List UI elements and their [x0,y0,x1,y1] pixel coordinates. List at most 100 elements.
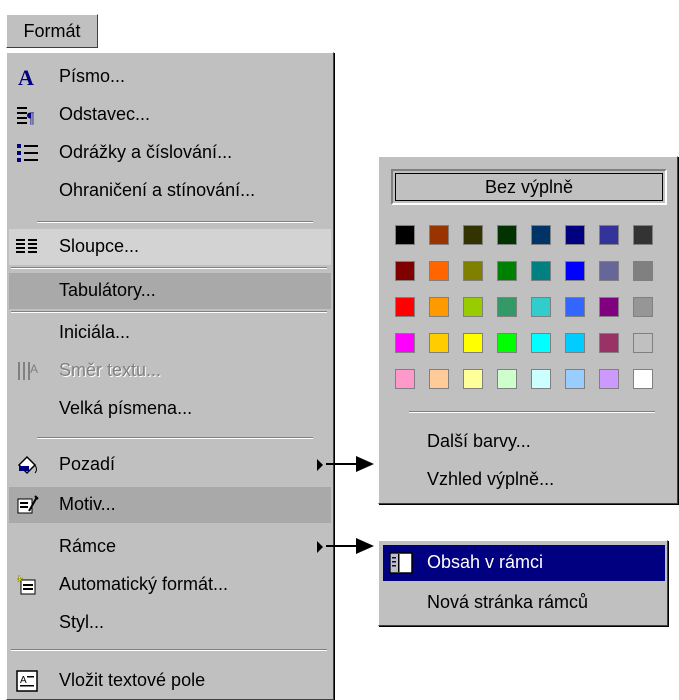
color-swatch[interactable] [633,369,653,389]
color-swatch[interactable] [395,333,415,353]
color-swatch[interactable] [565,333,585,353]
color-swatch[interactable] [599,297,619,317]
color-swatch[interactable] [463,225,483,245]
color-swatch[interactable] [531,297,551,317]
fill-effects-item[interactable]: Vzhled výplně... [427,469,554,490]
color-swatch[interactable] [463,333,483,353]
frames-item-label: Obsah v rámci [427,552,544,572]
menu-item-text-direction: A Směr textu... [9,353,331,389]
no-fill-focus-border [395,173,663,201]
text-direction-icon: A [15,359,39,383]
format-menu-label: Formát [23,20,81,41]
theme-icon [15,493,39,517]
menu-item-bullets[interactable]: Odrážky a číslování... [9,135,331,171]
menu-item-tabs[interactable]: Tabulátory... [9,273,331,309]
menu-item-change-case[interactable]: Velká písmena... [9,391,331,427]
color-swatch[interactable] [531,261,551,281]
color-swatch[interactable] [599,261,619,281]
color-swatch[interactable] [633,297,653,317]
frame-toc-icon [389,551,413,575]
menu-item-autoformat[interactable]: Automatický formát... [9,567,331,603]
menu-item-label: Pozadí [59,454,116,474]
menu-item-label: Sloupce... [59,236,140,256]
color-swatch[interactable] [633,333,653,353]
menu-item-frames[interactable]: Rámce [9,529,331,565]
menu-item-columns[interactable]: Sloupce... [9,229,331,265]
menu-item-font[interactable]: A Písmo... [9,59,331,95]
color-swatch[interactable] [497,333,517,353]
menu-separator [11,311,327,313]
background-pointer-arrow-icon [356,456,374,472]
menu-item-background[interactable]: Pozadí [9,447,331,483]
color-swatch[interactable] [463,297,483,317]
menu-item-label: Ohraničení a stínování... [59,180,256,200]
font-icon: A [15,65,39,89]
menu-item-drop-cap[interactable]: Iniciála... [9,315,331,351]
color-swatch[interactable] [429,261,449,281]
paint-bucket-icon [15,453,39,477]
menu-item-borders-shading[interactable]: Ohraničení a stínování... [9,173,331,209]
svg-text:A: A [18,65,34,89]
color-swatch[interactable] [429,225,449,245]
svg-text:A: A [20,675,27,686]
more-colors-item[interactable]: Další barvy... [427,431,531,452]
submenu-arrow-icon [317,541,323,553]
columns-icon [15,235,39,259]
autoformat-icon [15,573,39,597]
menu-item-theme[interactable]: Motiv... [9,487,331,523]
color-swatch[interactable] [599,369,619,389]
menu-item-insert-text-box[interactable]: A Vložit textové pole [9,663,331,699]
color-swatch[interactable] [497,261,517,281]
paragraph-icon: ¶ [15,103,39,127]
color-panel-separator [409,411,655,413]
color-swatch[interactable] [429,297,449,317]
menu-item-label: Směr textu... [59,360,162,380]
frames-item-toc-in-frame[interactable]: Obsah v rámci [383,545,665,581]
menu-item-label: Odstavec... [59,104,151,124]
menu-item-label: Automatický formát... [59,574,229,594]
menu-item-style[interactable]: Styl... [9,605,331,641]
no-fill-button[interactable]: Bez výplně [391,169,667,205]
color-swatch[interactable] [429,333,449,353]
color-swatch[interactable] [497,297,517,317]
menu-item-label: Iniciála... [59,322,131,342]
menu-item-label: Velká písmena... [59,398,193,418]
format-menu-button[interactable]: Formát [6,14,98,48]
frames-item-new-frames-page[interactable]: Nová stránka rámců [383,585,665,621]
color-swatch[interactable] [395,261,415,281]
color-swatch[interactable] [633,261,653,281]
color-swatch[interactable] [599,333,619,353]
color-swatch[interactable] [531,225,551,245]
color-swatch[interactable] [565,225,585,245]
color-swatch[interactable] [565,369,585,389]
svg-text:A: A [30,362,38,376]
bullets-icon [15,141,39,165]
svg-text:¶: ¶ [27,110,35,127]
color-swatch[interactable] [531,369,551,389]
text-box-icon: A [15,669,39,693]
color-swatch[interactable] [599,225,619,245]
frames-pointer-arrow-icon [356,538,374,554]
submenu-arrow-icon [317,459,323,471]
frames-item-label: Nová stránka rámců [427,592,589,612]
menu-separator [37,221,313,223]
menu-item-label: Tabulátory... [59,280,156,300]
color-swatch[interactable] [565,261,585,281]
menu-separator [37,437,313,439]
color-swatch[interactable] [497,369,517,389]
color-swatch[interactable] [531,333,551,353]
color-swatch[interactable] [429,369,449,389]
color-swatch[interactable] [395,369,415,389]
menu-item-label: Motiv... [59,494,116,514]
menu-item-label: Písmo... [59,66,126,86]
color-swatch[interactable] [497,225,517,245]
color-swatch[interactable] [395,297,415,317]
menu-item-paragraph[interactable]: ¶ Odstavec... [9,97,331,133]
color-swatch[interactable] [395,225,415,245]
color-swatch[interactable] [463,369,483,389]
color-swatch[interactable] [633,225,653,245]
color-swatch[interactable] [463,261,483,281]
color-swatch[interactable] [565,297,585,317]
menu-item-label: Odrážky a číslování... [59,142,233,162]
menu-item-label: Rámce [59,536,117,556]
